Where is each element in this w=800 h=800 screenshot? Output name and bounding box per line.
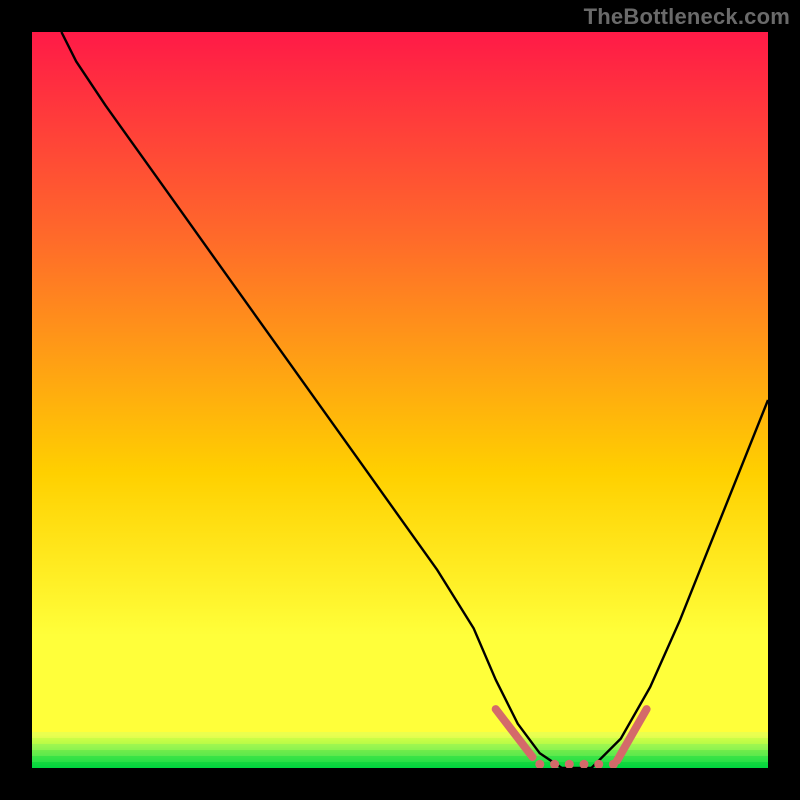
plot-area <box>32 32 768 768</box>
gradient-background <box>32 32 768 768</box>
watermark-text: TheBottleneck.com <box>584 4 790 30</box>
chart-frame: TheBottleneck.com <box>0 0 800 800</box>
chart-svg <box>32 32 768 768</box>
bottom-stripes <box>32 732 768 768</box>
